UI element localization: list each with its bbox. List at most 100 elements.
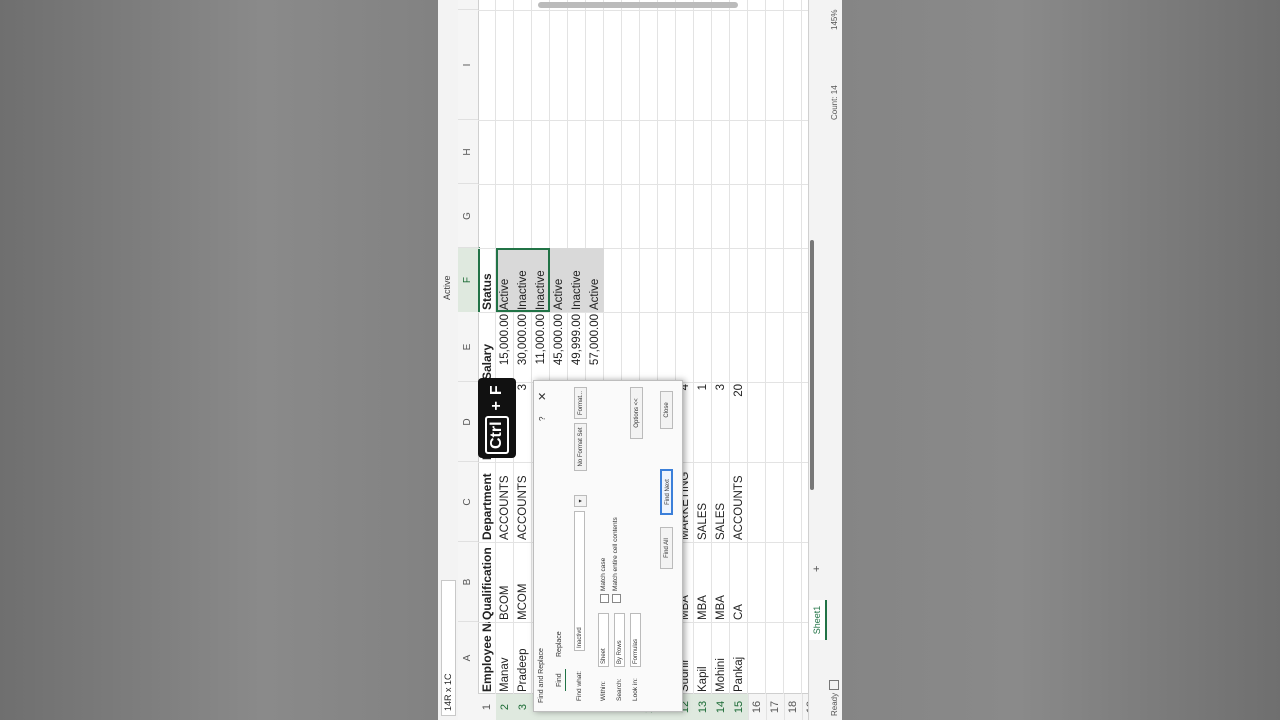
right-background — [842, 0, 1280, 720]
macro-record-icon[interactable] — [829, 680, 839, 690]
close-button[interactable]: Close — [660, 391, 673, 429]
find-what-input[interactable]: Inactivd — [574, 511, 585, 651]
cell[interactable] — [640, 248, 658, 312]
format-button[interactable]: Format... — [574, 387, 587, 419]
cell[interactable] — [676, 248, 694, 312]
find-next-button[interactable]: Find Next — [660, 469, 673, 515]
cell[interactable]: 49,999.00 — [568, 312, 586, 382]
cell[interactable] — [604, 312, 622, 382]
cell[interactable]: Active — [586, 248, 604, 312]
cell[interactable]: BCOM — [496, 542, 514, 622]
cell[interactable]: 45,000.00 — [550, 312, 568, 382]
look-in-select[interactable]: Formulas — [630, 613, 641, 667]
cell[interactable] — [604, 248, 622, 312]
row-header[interactable]: 1 — [478, 694, 497, 720]
column-header-a[interactable]: A — [458, 621, 478, 694]
cell[interactable] — [622, 248, 640, 312]
cell[interactable] — [658, 312, 676, 382]
cell[interactable]: 11,000.00 — [532, 312, 550, 382]
row-header[interactable]: 17 — [766, 694, 785, 720]
status-ready: Ready — [830, 692, 839, 716]
cell[interactable]: Department — [478, 462, 496, 542]
match-case-checkbox[interactable] — [600, 594, 609, 603]
cell[interactable]: ACCOUNTS — [514, 462, 532, 542]
cell[interactable]: 1 — [694, 382, 712, 462]
column-header-e[interactable]: E — [458, 311, 478, 382]
column-headers: A B C D E F G H I — [458, 0, 480, 720]
find-history-dropdown[interactable]: ▾ — [574, 495, 587, 507]
tab-replace[interactable]: Replace — [554, 627, 565, 661]
column-header-g[interactable]: G — [458, 183, 478, 248]
name-box[interactable]: 14R x 1C — [441, 580, 456, 716]
cell[interactable] — [694, 312, 712, 382]
close-icon[interactable]: ✕ — [536, 392, 549, 401]
formula-input[interactable]: Active — [441, 0, 454, 560]
tab-find[interactable]: Find — [554, 669, 566, 691]
cell[interactable]: Manav — [496, 622, 514, 694]
row-header[interactable]: 14 — [712, 694, 731, 720]
cell[interactable]: 3 — [712, 382, 730, 462]
cell[interactable]: Inactive — [568, 248, 586, 312]
cell[interactable]: Employee Name — [478, 622, 496, 694]
cell[interactable]: Qualification — [478, 542, 496, 622]
row-header[interactable]: 13 — [694, 694, 713, 720]
row-header[interactable]: 18 — [784, 694, 803, 720]
cell[interactable] — [658, 248, 676, 312]
column-header-h[interactable]: H — [458, 119, 478, 184]
within-select[interactable]: Sheet — [598, 613, 609, 667]
cell[interactable]: Active — [550, 248, 568, 312]
row-header[interactable]: 2 — [496, 694, 515, 720]
status-zoom[interactable]: 145% — [829, 10, 841, 30]
cell[interactable]: Pradeep — [514, 622, 532, 694]
cell[interactable]: 20 — [730, 382, 748, 462]
cell[interactable]: Mohini — [712, 622, 730, 694]
cell[interactable]: Salary — [478, 312, 496, 382]
grid-line — [478, 120, 808, 121]
plus-sign: + — [488, 401, 505, 411]
cell[interactable]: Status — [478, 248, 496, 312]
cell[interactable] — [730, 312, 748, 382]
cell[interactable]: Pankaj — [730, 622, 748, 694]
find-all-button[interactable]: Find All — [660, 527, 673, 569]
column-header-d[interactable]: D — [458, 381, 478, 462]
cell[interactable] — [640, 312, 658, 382]
sheet-tab-sheet1[interactable]: Sheet1 — [809, 600, 827, 640]
add-sheet-button[interactable]: + — [809, 566, 825, 572]
cell[interactable]: 3 — [514, 382, 532, 462]
cell[interactable] — [694, 248, 712, 312]
cell[interactable] — [730, 248, 748, 312]
cell[interactable] — [622, 312, 640, 382]
column-header-c[interactable]: C — [458, 461, 478, 542]
cell[interactable]: MCOM — [514, 542, 532, 622]
cell[interactable]: SALES — [694, 462, 712, 542]
look-in-label: Look in: — [632, 678, 639, 701]
cell[interactable]: ACCOUNTS — [496, 462, 514, 542]
cell[interactable]: ACCOUNTS — [730, 462, 748, 542]
cell[interactable]: MBA — [694, 542, 712, 622]
options-button[interactable]: Options << — [630, 387, 643, 439]
column-header-f[interactable]: F — [458, 247, 480, 312]
cell[interactable] — [712, 248, 730, 312]
cell[interactable]: CA — [730, 542, 748, 622]
cell[interactable]: Kapil — [694, 622, 712, 694]
cell[interactable]: 30,000.00 — [514, 312, 532, 382]
help-icon[interactable]: ? — [538, 417, 547, 421]
row-header[interactable]: 3 — [514, 694, 533, 720]
match-case-label: Match case — [600, 557, 607, 591]
vertical-scrollbar[interactable] — [538, 2, 738, 8]
match-entire-checkbox[interactable] — [612, 594, 621, 603]
cell[interactable]: SALES — [712, 462, 730, 542]
shortcut-badge: Ctrl + F — [478, 378, 516, 458]
row-header[interactable]: 15 — [730, 694, 749, 720]
cell[interactable]: 15,000.00 — [496, 312, 514, 382]
cell[interactable]: MBA — [712, 542, 730, 622]
row-header[interactable]: 16 — [748, 694, 767, 720]
search-select[interactable]: By Rows — [614, 613, 625, 667]
cell[interactable] — [712, 312, 730, 382]
column-header-i[interactable]: I — [458, 9, 478, 120]
cell[interactable]: 57,000.00 — [586, 312, 604, 382]
cell[interactable] — [676, 312, 694, 382]
column-header-b[interactable]: B — [458, 541, 478, 622]
selection-border — [496, 248, 550, 312]
horizontal-scrollbar[interactable] — [810, 240, 814, 490]
